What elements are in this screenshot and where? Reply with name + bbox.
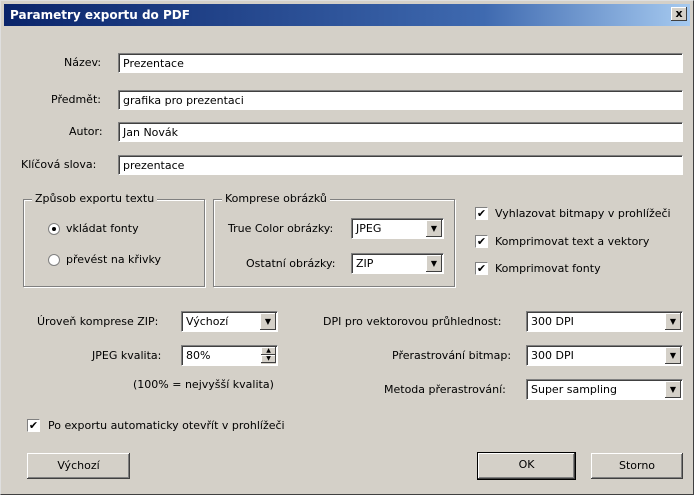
spin-up-icon[interactable]: ▲ — [261, 347, 276, 355]
zip-level-label: Úroveň komprese ZIP: — [37, 315, 159, 328]
chevron-down-icon[interactable]: ▼ — [665, 313, 681, 330]
text-export-group: Způsob exportu textu vkládat fonty převé… — [23, 192, 205, 287]
predmet-field[interactable]: grafika pro prezentaci — [118, 90, 683, 110]
compress-fonts-label[interactable]: Komprimovat fonty — [495, 262, 601, 275]
true-color-select[interactable]: JPEG ▼ — [351, 218, 444, 239]
jpeg-quality-spinner[interactable]: 80% ▲ ▼ — [181, 345, 278, 366]
radio-embed-fonts[interactable] — [48, 223, 60, 235]
radio-embed-fonts-label[interactable]: vkládat fonty — [66, 222, 139, 235]
nazev-field[interactable]: Prezentace — [118, 53, 683, 73]
jpeg-quality-label: JPEG kvalita: — [92, 349, 162, 362]
compress-text-label[interactable]: Komprimovat text a vektory — [495, 235, 649, 248]
chevron-down-icon[interactable]: ▼ — [426, 220, 442, 237]
default-button[interactable]: Výchozí — [27, 453, 130, 479]
rasterize-label: Přerastrování bitmap: — [392, 349, 512, 362]
klicova-slova-field[interactable]: prezentace — [118, 155, 683, 175]
radio-convert-curves[interactable] — [48, 254, 60, 266]
text-export-group-title: Způsob exportu textu — [32, 192, 158, 205]
close-icon[interactable]: x — [671, 7, 687, 21]
smooth-bitmaps-checkbox[interactable]: ✔ — [475, 207, 488, 220]
other-images-label: Ostatní obrázky: — [246, 257, 336, 270]
chevron-down-icon[interactable]: ▼ — [665, 347, 681, 364]
zip-level-value: Výchozí — [186, 315, 229, 328]
klicova-slova-label: Klíčová slova: — [21, 158, 97, 171]
true-color-label: True Color obrázky: — [228, 222, 334, 235]
ok-button[interactable]: OK — [477, 452, 576, 480]
auto-open-label[interactable]: Po exportu automaticky otevřít v prohlíž… — [48, 419, 285, 432]
chevron-down-icon[interactable]: ▼ — [665, 381, 681, 398]
true-color-value: JPEG — [356, 222, 382, 235]
image-compression-group: Komprese obrázků True Color obrázky: JPE… — [213, 192, 455, 287]
rasterize-value: 300 DPI — [531, 349, 574, 362]
autor-field[interactable]: Jan Novák — [118, 122, 683, 142]
other-images-select[interactable]: ZIP ▼ — [351, 253, 444, 274]
title-bar[interactable]: Parametry exportu do PDF x — [4, 4, 690, 26]
other-images-value: ZIP — [356, 257, 374, 270]
nazev-label: Název: — [64, 56, 102, 69]
radio-dot — [52, 227, 56, 231]
raster-method-label: Metoda přerastrování: — [384, 383, 506, 396]
jpeg-quality-value: 80% — [186, 349, 211, 362]
jpeg-quality-note: (100% = nejvyšší kvalita) — [133, 378, 274, 391]
raster-method-select[interactable]: Super sampling ▼ — [526, 379, 683, 400]
auto-open-checkbox[interactable]: ✔ — [27, 419, 40, 432]
autor-label: Autor: — [69, 125, 103, 138]
dpi-vector-value: 300 DPI — [531, 315, 574, 328]
zip-level-select[interactable]: Výchozí ▼ — [181, 311, 278, 332]
dpi-vector-label: DPI pro vektorovou průhlednost: — [323, 315, 502, 328]
spin-down-icon[interactable]: ▼ — [261, 355, 276, 363]
dpi-vector-select[interactable]: 300 DPI ▼ — [526, 311, 683, 332]
cancel-button[interactable]: Storno — [591, 453, 683, 479]
window-title: Parametry exportu do PDF — [10, 8, 190, 22]
radio-convert-curves-label[interactable]: převést na křivky — [66, 253, 161, 266]
spinner-buttons[interactable]: ▲ ▼ — [261, 347, 276, 364]
rasterize-select[interactable]: 300 DPI ▼ — [526, 345, 683, 366]
chevron-down-icon[interactable]: ▼ — [426, 255, 442, 272]
smooth-bitmaps-label[interactable]: Vyhlazovat bitmapy v prohlížeči — [495, 207, 671, 220]
chevron-down-icon[interactable]: ▼ — [260, 313, 276, 330]
predmet-label: Předmět: — [51, 93, 101, 106]
export-pdf-dialog: Parametry exportu do PDF x Název: Prezen… — [0, 0, 694, 495]
compress-text-checkbox[interactable]: ✔ — [475, 235, 488, 248]
image-compression-group-title: Komprese obrázků — [222, 192, 330, 205]
compress-fonts-checkbox[interactable]: ✔ — [475, 262, 488, 275]
raster-method-value: Super sampling — [531, 383, 617, 396]
